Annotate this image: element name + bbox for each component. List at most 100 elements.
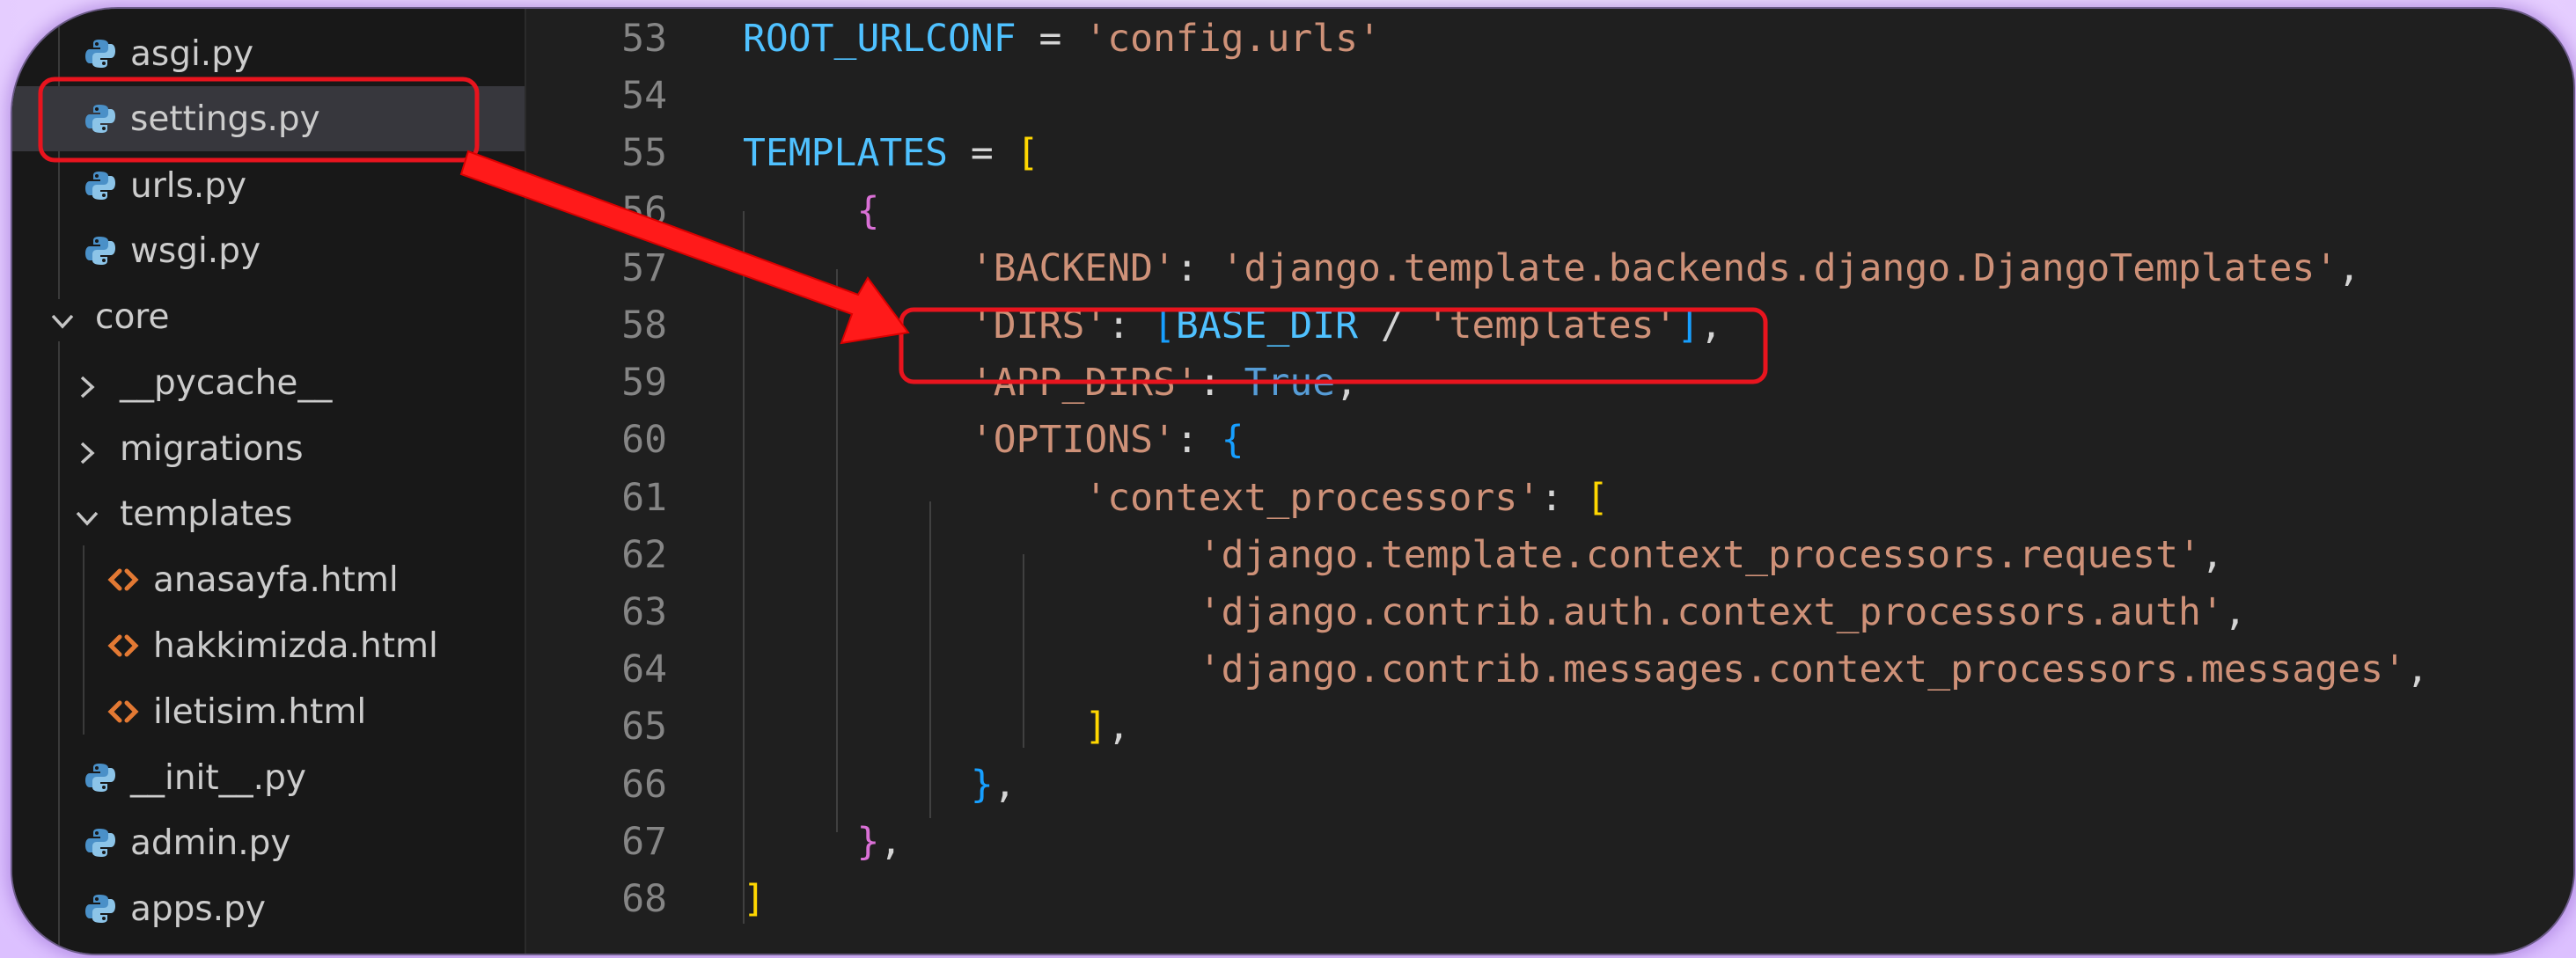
code-editor[interactable]: 53 ROOT_URLCONF = 'config.urls' 54 55 TEMPLA… [526,9,2573,954]
code-token: , [1699,303,1723,347]
code-token: ROOT_URLCONF [743,17,1016,61]
python-file-icon [83,891,118,926]
code-line[interactable]: 68] [526,871,2573,927]
explorer-item-label: __pycache__ [120,362,333,403]
code-line[interactable]: 67 }, [526,814,2573,870]
code-line[interactable]: 53 ROOT_URLCONF = 'config.urls' [526,11,2573,67]
explorer-item-templates[interactable]: templates [12,481,525,546]
explorer-item-settings-py[interactable]: settings.py [12,86,525,151]
code-token: , [2337,245,2361,290]
explorer-item-apps-py[interactable]: apps.py [12,876,525,941]
code-token: , [2200,532,2224,577]
line-number: 60 [621,418,667,463]
code-token: ] [743,877,766,921]
code-token: ] [1677,303,1700,347]
code-line[interactable]: 56 { [526,183,2573,239]
line-number: 64 [621,647,667,692]
explorer-item-migrations[interactable]: migrations [12,416,525,481]
code-token: TEMPLATES [743,131,948,176]
code-token: } [856,819,880,864]
code-token: : [1107,303,1154,347]
code-text: ROOT_URLCONF = 'config.urls' [743,11,1381,67]
line-number: 62 [621,532,667,577]
python-file-icon [83,101,118,136]
code-token: : [1198,361,1244,406]
html-file-icon [106,562,141,597]
code-token: [ [1153,303,1176,347]
code-token: } [970,762,994,807]
python-file-icon [83,168,118,203]
code-token: [ [1585,475,1609,520]
code-text: 'django.contrib.messages.context_process… [743,641,2429,698]
explorer-item-asgi-py[interactable]: asgi.py [12,21,525,86]
explorer-item-label: urls.py [130,165,247,206]
explorer-item-label: settings.py [130,99,320,139]
code-token: , [2405,647,2429,692]
code-token: { [1221,418,1244,463]
line-number: 55 [621,131,667,176]
code-token: 'DIRS' [970,303,1108,347]
line-number: 54 [621,74,667,119]
code-token: / [1358,303,1427,347]
code-line[interactable]: 64 'django.contrib.messages.context_proc… [526,641,2573,698]
explorer-item-label: core [95,296,170,337]
code-line[interactable]: 60 'OPTIONS': { [526,412,2573,468]
code-token: { [856,188,880,233]
code-line[interactable]: 61 'context_processors': [ [526,470,2573,526]
explorer-item-init-py[interactable]: __init__.py [12,745,525,810]
line-number: 56 [621,188,667,233]
line-number: 53 [621,17,667,61]
chevron-right-icon [74,369,100,399]
code-line[interactable]: 65 ], [526,698,2573,755]
code-text: 'django.contrib.auth.context_processors.… [743,584,2247,640]
code-token: : [1540,475,1586,520]
html-file-icon [106,628,141,663]
explorer-item-urls-py[interactable]: urls.py [12,153,525,218]
code-text: 'APP_DIRS': True, [743,355,1358,411]
code-text: 'django.template.context_processors.requ… [743,527,2224,583]
code-text: TEMPLATES = [ [743,125,1039,181]
code-text: 'context_processors': [ [743,470,1609,526]
explorer-item-label: anasayfa.html [153,559,399,600]
python-file-icon [83,825,118,860]
explorer-item-core[interactable]: core [12,284,525,349]
code-token: 'BACKEND' [970,245,1176,290]
explorer-item-admin-py[interactable]: admin.py [12,810,525,875]
explorer-item-label: templates [120,494,293,534]
explorer-item-anasayfa-html[interactable]: anasayfa.html [12,547,525,612]
code-line[interactable]: 66 }, [526,757,2573,813]
explorer-item-label: migrations [120,428,304,469]
code-line[interactable]: 63 'django.contrib.auth.context_processo… [526,584,2573,640]
explorer-item-label: wsgi.py [130,230,261,271]
code-token: True [1244,361,1336,406]
code-line[interactable]: 62 'django.template.context_processors.r… [526,527,2573,583]
code-text: 'DIRS': [BASE_DIR / 'templates'], [743,297,1722,354]
code-text: }, [743,814,902,870]
code-text: 'OPTIONS': { [743,412,1244,468]
code-token: , [879,819,903,864]
code-line[interactable]: 57 'BACKEND': 'django.template.backends.… [526,240,2573,296]
explorer-item-iletisim-html[interactable]: iletisim.html [12,679,525,744]
code-text: }, [743,757,1016,813]
code-token: 'OPTIONS' [970,418,1176,463]
code-token: 'config.urls' [1084,17,1381,61]
explorer-item-hakkimizda-html[interactable]: hakkimizda.html [12,613,525,678]
explorer-item-wsgi-py[interactable]: wsgi.py [12,218,525,283]
code-line[interactable]: 55 TEMPLATES = [ [526,125,2573,181]
code-line[interactable]: 54 [526,68,2573,124]
code-line[interactable]: 59 'APP_DIRS': True, [526,355,2573,411]
code-text: ] [743,871,766,927]
code-token: 'django.template.backends.django.DjangoT… [1221,245,2338,290]
line-number: 61 [621,475,667,520]
explorer-item-pycache[interactable]: __pycache__ [12,350,525,415]
code-line[interactable]: 58 'DIRS': [BASE_DIR / 'templates'], [526,297,2573,354]
code-token: = [948,131,1016,176]
line-number: 65 [621,705,667,750]
